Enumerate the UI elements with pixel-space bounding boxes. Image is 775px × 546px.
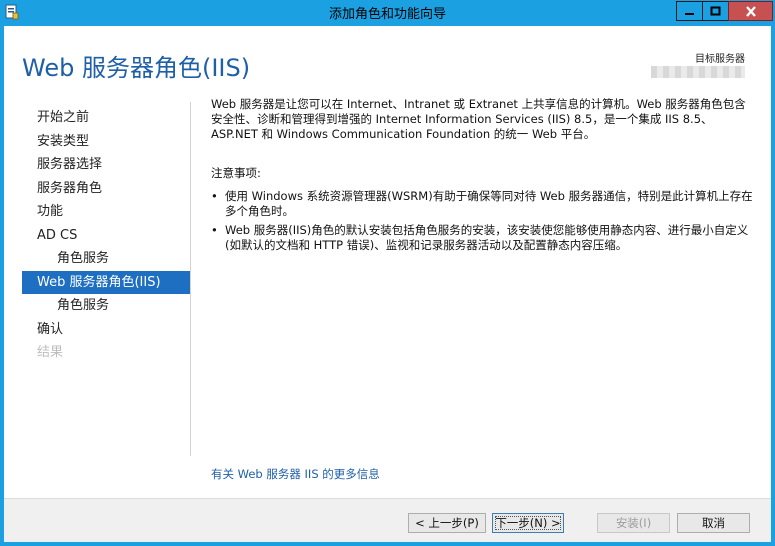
nav-item-ad-cs[interactable]: AD CS [22, 224, 190, 248]
list-item: • Web 服务器(IIS)角色的默认安装包括角色服务的安装，该安装使您能够使用… [211, 223, 756, 253]
wizard-client-area: Web 服务器角色(IIS) 目标服务器 开始之前 安装类型 服务器选择 服务器… [4, 26, 771, 542]
nav-item-results: 结果 [37, 345, 64, 360]
wizard-nav: 开始之前 安装类型 服务器选择 服务器角色 功能 AD CS 角色服务 Web … [22, 106, 190, 365]
minimize-button[interactable] [676, 1, 703, 21]
note-text: Web 服务器(IIS)角色的默认安装包括角色服务的安装，该安装使您能够使用静态… [225, 223, 749, 252]
close-icon [745, 5, 756, 17]
window-title: 添加角色和功能向导 [328, 7, 446, 22]
previous-button[interactable]: < 上一步(P) [408, 513, 486, 533]
maximize-button[interactable] [702, 1, 729, 21]
maximize-icon [710, 6, 721, 16]
wizard-window: 添加角色和功能向导 Web 服务器角色(IIS) 目标服务器 开始之前 安装类型… [0, 0, 775, 546]
page-title: Web 服务器角色(IIS) [22, 54, 251, 82]
install-button: 安装(I) [597, 513, 670, 533]
nav-item-ad-cs-role-services[interactable]: 角色服务 [22, 247, 190, 271]
nav-item-confirmation[interactable]: 确认 [22, 318, 190, 342]
notes-list: • 使用 Windows 系统资源管理器(WSRM)有助于确保等同对待 Web … [211, 189, 756, 253]
target-server-label: 目标服务器 [695, 54, 745, 65]
role-description: Web 服务器是让您可以在 Internet、Intranet 或 Extran… [211, 97, 746, 141]
nav-item-server-selection[interactable]: 服务器选择 [22, 153, 190, 177]
nav-item-features[interactable]: 功能 [22, 200, 190, 224]
bullet-icon: • [211, 223, 218, 237]
target-server-value-redacted [651, 66, 745, 78]
wizard-footer: < 上一步(P) 下一步(N) > 安装(I) 取消 [4, 499, 771, 542]
nav-item-iis-role-services[interactable]: 角色服务 [22, 294, 190, 318]
note-text: 使用 Windows 系统资源管理器(WSRM)有助于确保等同对待 Web 服务… [225, 189, 753, 218]
title-bar[interactable]: 添加角色和功能向导 [0, 0, 775, 26]
nav-item-before-you-begin[interactable]: 开始之前 [22, 106, 190, 130]
list-item: • 使用 Windows 系统资源管理器(WSRM)有助于确保等同对待 Web … [211, 189, 756, 219]
content-pane: Web 服务器是让您可以在 Internet、Intranet 或 Extran… [211, 97, 756, 257]
nav-item-server-roles[interactable]: 服务器角色 [22, 177, 190, 201]
notes-heading: 注意事项: [211, 166, 261, 180]
nav-divider [190, 102, 191, 456]
bullet-icon: • [211, 189, 218, 203]
minimize-icon [685, 13, 694, 15]
nav-item-installation-type[interactable]: 安装类型 [22, 130, 190, 154]
cancel-button[interactable]: 取消 [677, 513, 750, 533]
more-info-link[interactable]: 有关 Web 服务器 IIS 的更多信息 [211, 466, 380, 482]
close-button[interactable] [728, 1, 773, 21]
next-button[interactable]: 下一步(N) > [492, 513, 564, 533]
nav-item-web-server-role[interactable]: Web 服务器角色(IIS) [22, 270, 190, 294]
